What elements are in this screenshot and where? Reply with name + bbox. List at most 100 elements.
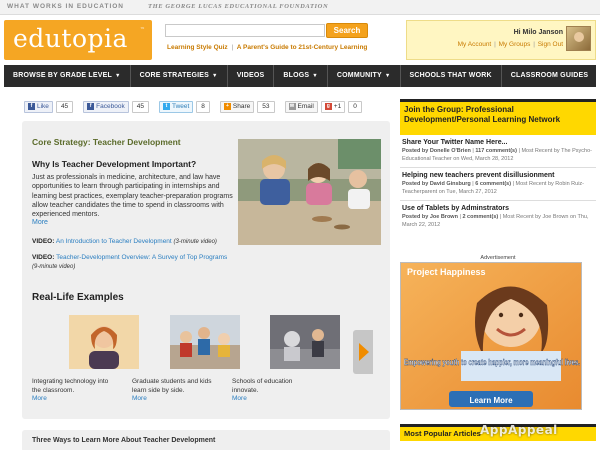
avatar[interactable] (566, 26, 591, 51)
sign-out-link[interactable]: Sign Out (538, 41, 563, 48)
ad-learn-more-text: Learn More (469, 396, 513, 405)
parents-guide-link[interactable]: A Parent's Guide to 21st-Century Learnin… (237, 44, 368, 51)
post-author[interactable]: Donelle O'Brien (430, 148, 471, 154)
post-comments[interactable]: 6 comment(s) (475, 181, 511, 187)
share-button[interactable]: + Share (219, 100, 255, 113)
join-group-link[interactable]: Join the Group: Professional Development… (400, 99, 596, 135)
user-link-separator: | (533, 41, 535, 48)
example-thumbnail[interactable] (270, 315, 340, 369)
video-item: VIDEO: An Introduction to Teacher Develo… (32, 238, 217, 245)
three-ways-panel: Three Ways to Learn More About Teacher D… (22, 430, 390, 450)
post-comments[interactable]: 117 comment(s) (475, 148, 517, 154)
facebook-icon: f (28, 103, 35, 110)
user-link-separator: | (494, 41, 496, 48)
example-more-link[interactable]: More (32, 395, 114, 402)
foundation-name[interactable]: THE GEORGE LUCAS EDUCATIONAL FOUNDATION (148, 3, 328, 10)
discussion-post: Share Your Twitter Name Here... Posted b… (400, 135, 596, 163)
post-meta: Posted by Donelle O'Brien | 117 comment(… (402, 148, 592, 162)
post-meta: Posted by David Ginsburg | 6 comment(s) … (402, 181, 585, 195)
example-more-link[interactable]: More (232, 395, 314, 402)
plus-one-count: 0 (348, 100, 362, 113)
video-item: VIDEO: Teacher-Development Overview: A S… (32, 253, 232, 272)
nav-videos[interactable]: VIDEOS (228, 65, 275, 87)
why-more-link[interactable]: More (32, 219, 48, 226)
ad-brand-text: Project Happiness (407, 267, 486, 277)
learning-style-quiz-link[interactable]: Learning Style Quiz (167, 44, 228, 51)
post-title[interactable]: Use of Tablets by Adminstrators (402, 205, 594, 212)
carousel-next-button[interactable] (353, 330, 373, 374)
user-greeting: Hi Milo Janson (513, 29, 563, 36)
chevron-down-icon: ▼ (312, 73, 318, 79)
mail-icon: ✉ (288, 103, 296, 110)
video-link-overview[interactable]: Teacher-Development Overview: A Survey o… (56, 254, 227, 261)
school-robot-image (270, 315, 340, 369)
share-count: 53 (257, 100, 275, 113)
chevron-down-icon: ▼ (114, 73, 121, 79)
classroom-photo-illustration (238, 139, 381, 245)
video-label: VIDEO: (32, 238, 55, 245)
share-label: Share (232, 102, 251, 110)
advertisement-banner[interactable]: Project Happiness Empowering youth to cr… (400, 262, 582, 410)
plus-one-label: +1 (333, 102, 342, 110)
like-count: 45 (55, 100, 74, 113)
like-label: Like (37, 102, 49, 110)
search-button[interactable]: Search (326, 23, 368, 38)
example-thumbnail[interactable] (69, 315, 139, 369)
nav-core-strategies[interactable]: CORE STRATEGIES ▼ (131, 65, 228, 87)
example-caption: Schools of education innovate. (232, 378, 293, 394)
email-label: Email (297, 102, 314, 110)
tagline: WHAT WORKS IN EDUCATION (7, 3, 124, 10)
main-nav: BROWSE BY GRADE LEVEL ▼ CORE STRATEGIES ▼ … (4, 65, 596, 87)
like-button[interactable]: f Like (24, 100, 53, 113)
nav-browse-by-grade[interactable]: BROWSE BY GRADE LEVEL ▼ (4, 65, 131, 87)
appappeal-watermark: AppAppeal (480, 423, 558, 437)
nav-label: VIDEOS (236, 72, 265, 79)
chevron-down-icon: ▼ (384, 73, 391, 79)
facebook-count: 45 (131, 100, 149, 113)
top-strip: WHAT WORKS IN EDUCATION THE GEORGE LUCAS… (0, 0, 600, 15)
posted-by-label: Posted by (402, 181, 429, 187)
edutopia-logo[interactable]: edutopia ™ (4, 20, 152, 60)
tweet-count: 8 (196, 100, 210, 113)
search-input[interactable] (165, 24, 325, 37)
post-comments[interactable]: 2 comment(s) (462, 214, 498, 220)
example-thumbnail[interactable] (170, 315, 240, 369)
real-life-heading: Real-Life Examples (32, 292, 124, 303)
video-label: VIDEO: (32, 254, 55, 261)
nav-label: CLASSROOM GUIDES (510, 72, 589, 79)
post-author[interactable]: David Ginsburg (430, 181, 471, 187)
example-card[interactable]: Graduate students and kids learn side by… (132, 315, 240, 402)
tweet-button[interactable]: t Tweet (158, 100, 194, 113)
video-duration: (3-minute video) (173, 239, 217, 245)
plus-one-button[interactable]: g +1 (320, 100, 346, 113)
facebook-label: Facebook (96, 102, 125, 110)
post-title[interactable]: Helping new teachers prevent disillusion… (402, 172, 594, 179)
nav-schools-that-work[interactable]: SCHOOLS THAT WORK (401, 65, 502, 87)
site-header: edutopia ™ Search Learning Style Quiz | … (0, 16, 600, 64)
nav-classroom-guides[interactable]: CLASSROOM GUIDES (502, 65, 597, 87)
tweet-label: Tweet (171, 102, 190, 110)
my-account-link[interactable]: My Account (458, 41, 492, 48)
example-more-link[interactable]: More (132, 395, 214, 402)
classroom-photo[interactable] (238, 139, 381, 245)
video-link-introduction[interactable]: An Introduction to Teacher Development (56, 238, 172, 245)
project-happiness-ad-image: Project Happiness Empowering youth to cr… (401, 263, 581, 409)
post-author[interactable]: Joe Brown (430, 214, 458, 220)
example-caption: Graduate students and kids learn side by… (132, 378, 212, 394)
post-title[interactable]: Share Your Twitter Name Here... (402, 139, 594, 146)
email-button[interactable]: ✉ Email (284, 100, 318, 113)
my-groups-link[interactable]: My Groups (499, 41, 531, 48)
facebook-share-button[interactable]: f Facebook (83, 100, 129, 113)
header-links: Learning Style Quiz | A Parent's Guide t… (167, 44, 367, 51)
link-separator: | (231, 44, 234, 51)
nav-label: BLOGS (283, 72, 310, 79)
teacher-portrait-image (69, 315, 139, 369)
twitter-icon: t (162, 103, 170, 110)
chevron-down-icon: ▼ (212, 73, 218, 79)
share-icon: + (223, 103, 231, 110)
nav-blogs[interactable]: BLOGS ▼ (274, 65, 328, 87)
nav-community[interactable]: COMMUNITY ▼ (328, 65, 401, 87)
example-card[interactable]: Integrating technology into the classroo… (32, 315, 139, 402)
facebook-icon: f (87, 103, 95, 110)
example-card[interactable]: Schools of education innovate. More (232, 315, 340, 402)
